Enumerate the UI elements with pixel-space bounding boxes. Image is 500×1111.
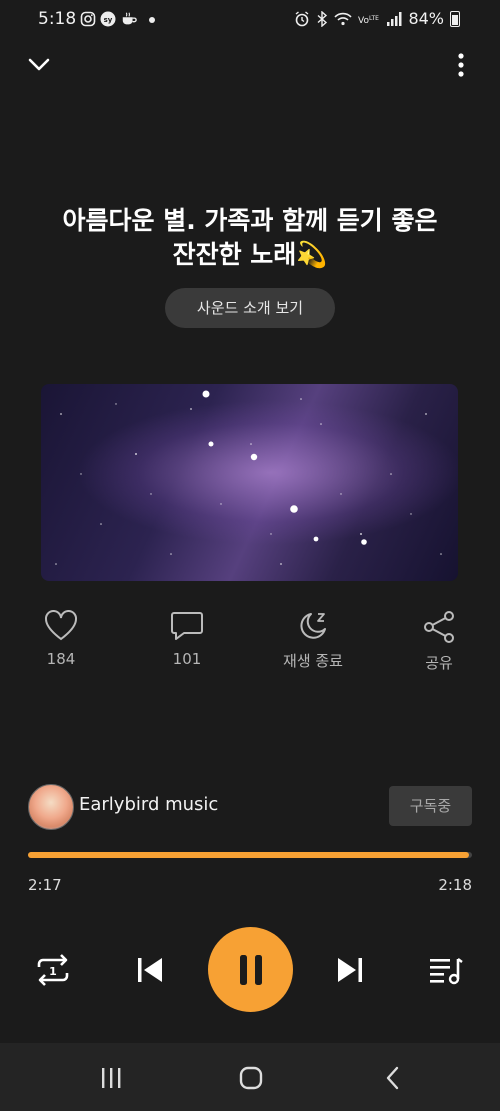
like-count: 184 <box>46 650 76 668</box>
track-title: 아름다운 별. 가족과 함께 듣기 좋은 잔잔한 노래💫 <box>40 204 460 272</box>
coffee-icon <box>122 12 137 25</box>
repeat-one-button[interactable]: 1 <box>30 950 76 990</box>
sleep-timer-action[interactable]: 재생 종료 <box>273 610 353 671</box>
channel-name[interactable]: Earlybird music <box>79 794 218 815</box>
channel-avatar[interactable] <box>28 784 74 830</box>
app-notification-icon: sy <box>100 11 116 27</box>
pause-button[interactable] <box>208 927 293 1012</box>
svg-text:sy: sy <box>104 16 113 24</box>
skip-previous-icon <box>138 958 162 982</box>
sleep-moon-icon <box>300 613 326 639</box>
progress-fill[interactable] <box>28 852 469 858</box>
signal-icon <box>387 11 402 26</box>
recent-apps-icon[interactable] <box>98 1065 124 1091</box>
home-icon[interactable] <box>238 1065 264 1091</box>
heart-icon <box>45 610 77 641</box>
back-icon[interactable] <box>380 1065 406 1091</box>
wifi-icon <box>334 12 353 25</box>
volte-icon: Vo LTE <box>358 15 379 26</box>
battery-icon <box>450 10 460 27</box>
subscribe-button[interactable]: 구독중 <box>389 786 472 826</box>
svg-text:1: 1 <box>49 965 57 978</box>
skip-next-icon <box>338 958 362 982</box>
pause-icon <box>239 954 262 985</box>
instagram-icon <box>80 11 96 27</box>
more-options-icon[interactable] <box>448 50 474 80</box>
comment-action[interactable]: 101 <box>147 610 227 668</box>
track-title-line2: 잔잔한 노래💫 <box>172 240 328 269</box>
share-icon <box>424 611 454 643</box>
comment-icon <box>171 612 203 640</box>
status-right-group: Vo LTE 84% <box>294 9 460 28</box>
sound-intro-button[interactable]: 사운드 소개 보기 <box>165 288 335 328</box>
svg-text:Vo: Vo <box>358 16 369 26</box>
previous-track-button[interactable] <box>130 950 170 990</box>
more-notifications-dot-icon <box>149 17 155 23</box>
next-track-button[interactable] <box>330 950 370 990</box>
share-label: 공유 <box>425 654 453 672</box>
system-navigation-bar <box>0 1043 500 1111</box>
playlist-icon <box>430 958 463 985</box>
sleep-timer-label: 재생 종료 <box>283 652 343 670</box>
album-cover-image <box>41 384 458 581</box>
bluetooth-icon <box>317 10 328 27</box>
playlist-button[interactable] <box>424 950 468 990</box>
comment-count: 101 <box>172 650 202 668</box>
alarm-icon <box>296 10 309 26</box>
total-time: 2:18 <box>438 876 472 894</box>
elapsed-time: 2:17 <box>28 876 62 894</box>
like-action[interactable]: 184 <box>21 610 101 668</box>
svg-text:LTE: LTE <box>369 15 379 22</box>
share-action[interactable]: 공유 <box>399 610 479 673</box>
status-time: 5:18 <box>38 9 77 29</box>
track-title-line1: 아름다운 별. 가족과 함께 듣기 좋은 <box>62 206 438 235</box>
collapse-chevron-down-icon[interactable] <box>24 52 54 78</box>
battery-percent: 84% <box>408 9 444 28</box>
status-bar: 5:18 sy Vo LTE 84% <box>0 0 500 40</box>
starfield-illustration <box>55 390 442 565</box>
repeat-one-icon: 1 <box>37 954 69 986</box>
